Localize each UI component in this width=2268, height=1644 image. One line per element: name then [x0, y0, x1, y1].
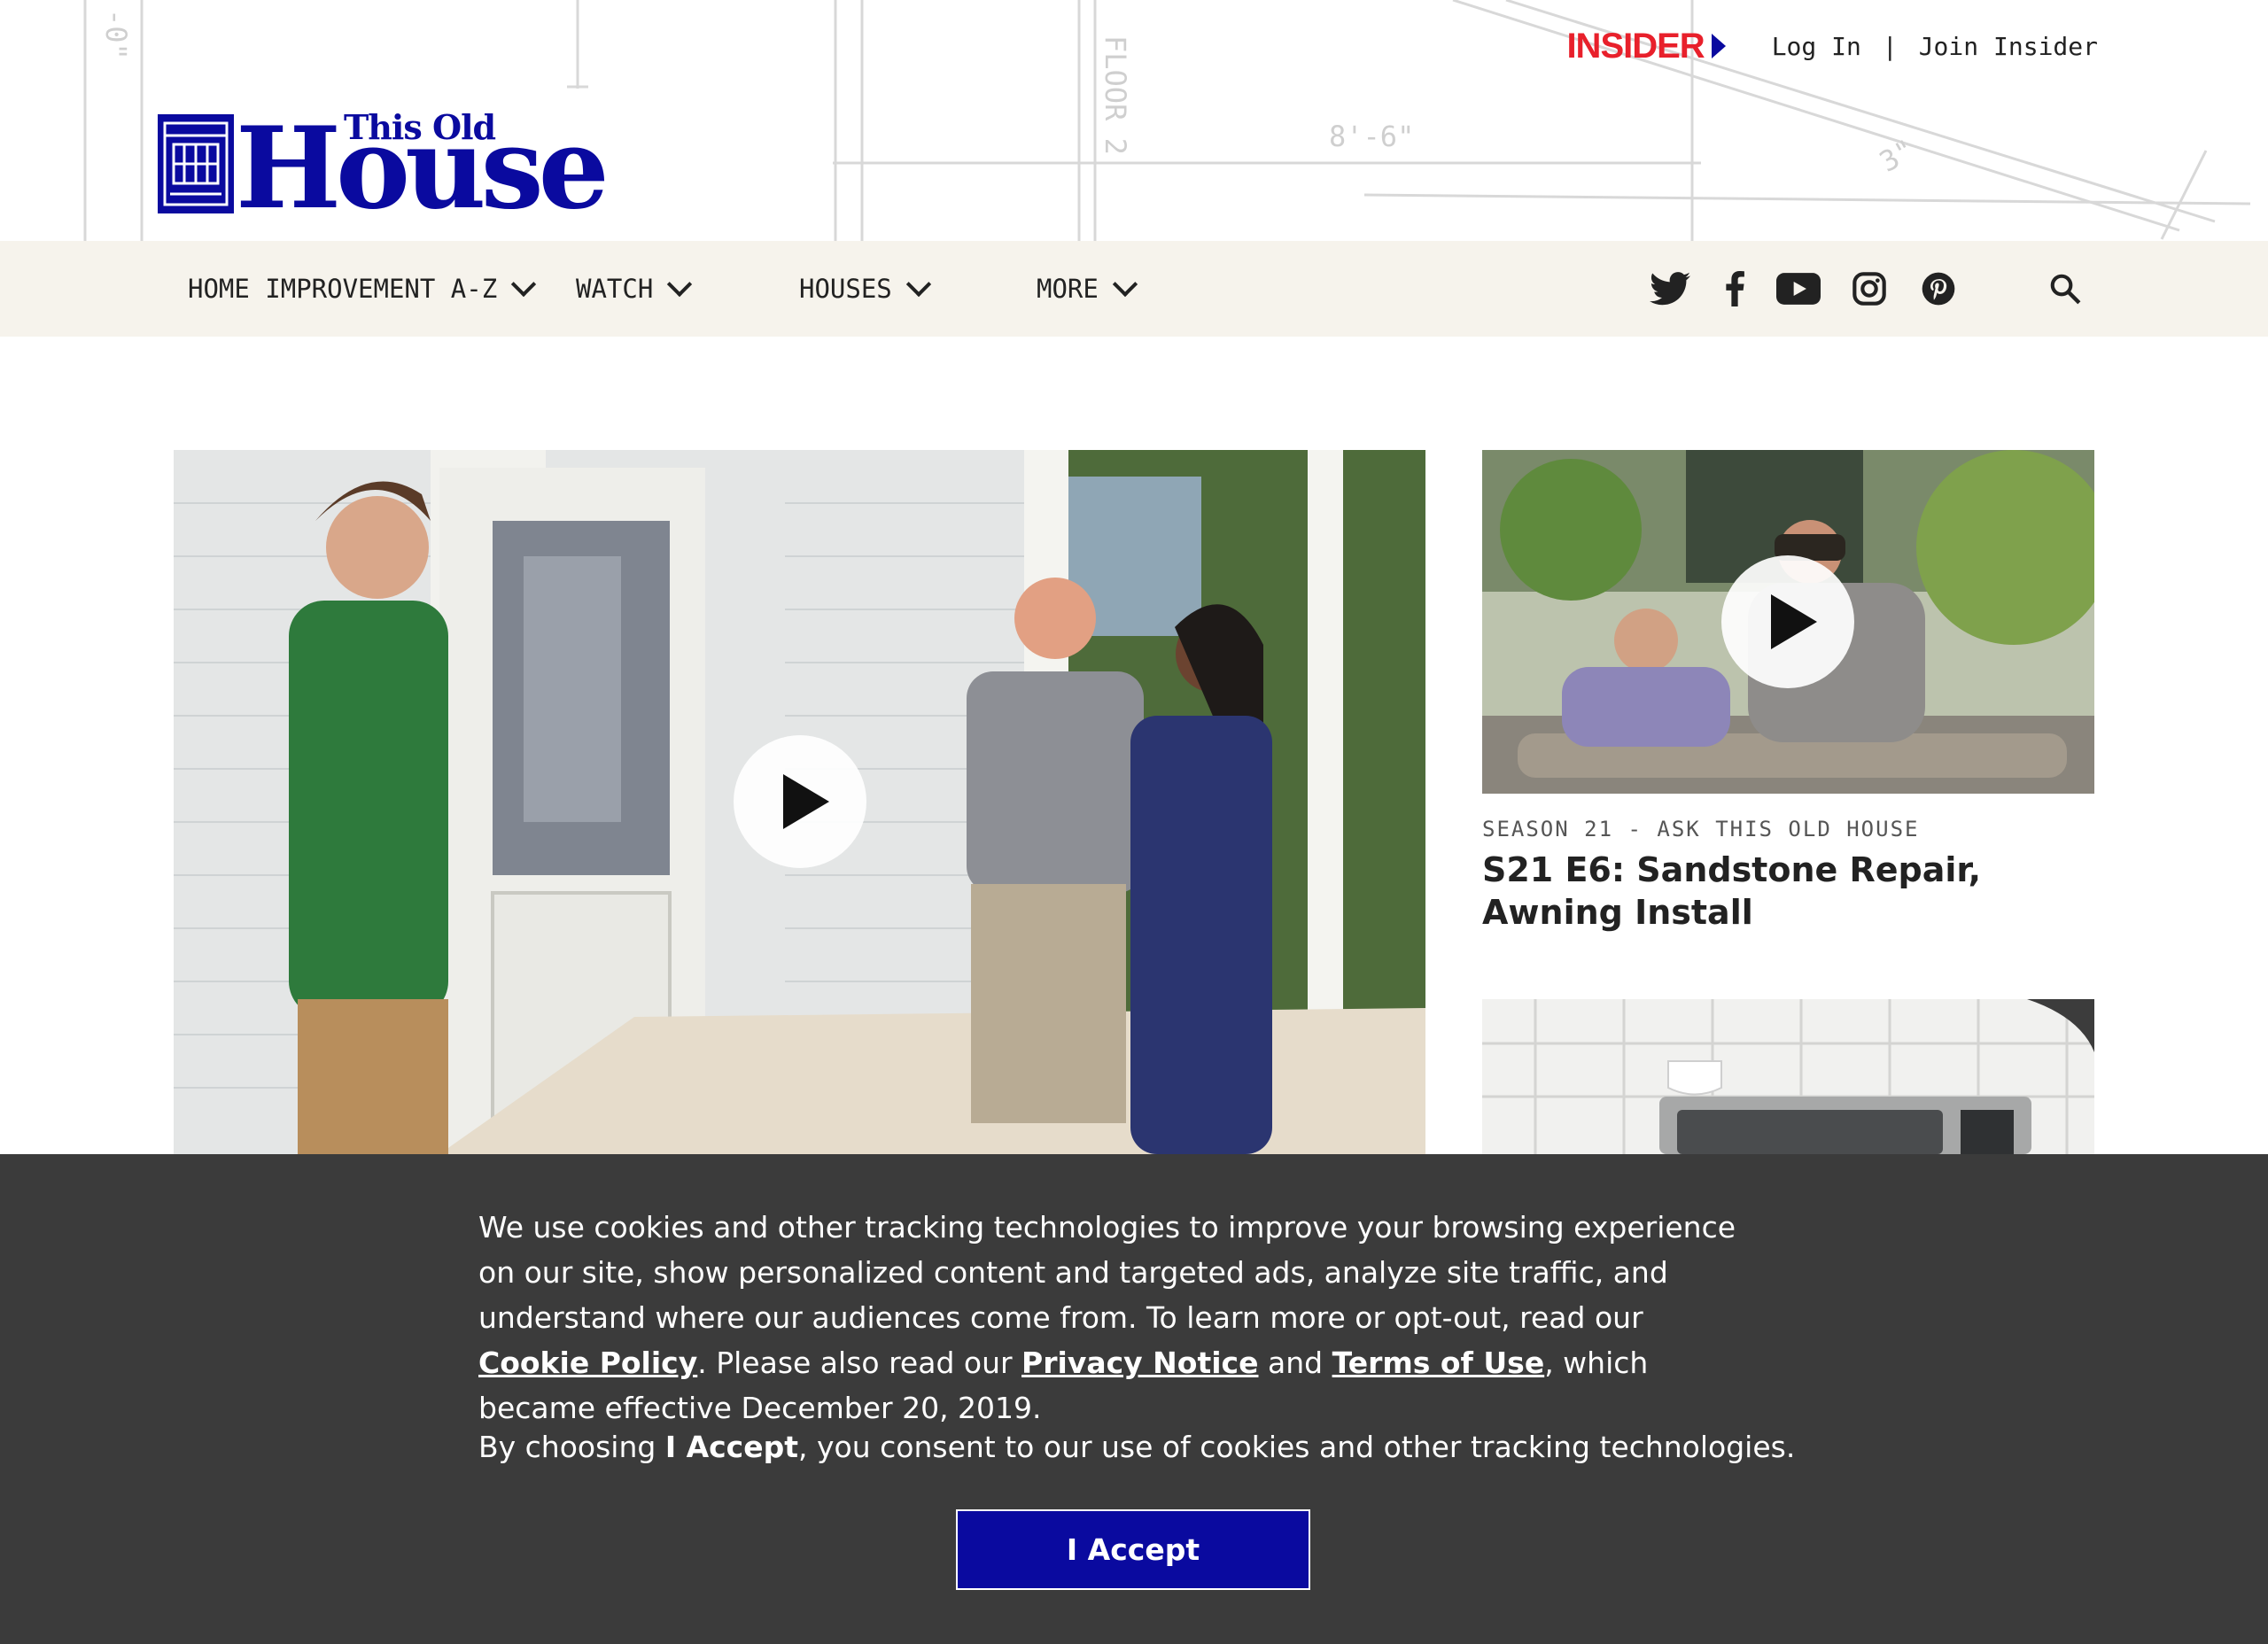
svg-text:-0": -0" [99, 9, 133, 60]
insider-arrow-icon [1711, 34, 1726, 58]
logo-text-big: House [236, 103, 610, 234]
nav-item-more[interactable]: MORE [1037, 241, 1138, 337]
house-logo-icon [158, 114, 234, 213]
card-video-thumbnail[interactable] [1482, 450, 2094, 794]
site-header: 8'-6" 3" FLOOR 2 -0" This Old House INSI… [0, 0, 2268, 241]
chevron-down-icon [667, 271, 693, 298]
cookie-text-part: and [1258, 1345, 1332, 1380]
nav-item-label: HOUSES [799, 274, 892, 304]
join-insider-link[interactable]: Join Insider [1919, 32, 2098, 61]
insider-logo[interactable]: INSIDER [1566, 27, 1705, 66]
nav-item-label: MORE [1037, 274, 1099, 304]
pinterest-icon[interactable] [1921, 268, 1956, 310]
card-kicker[interactable]: SEASON 21 - ASK THIS OLD HOUSE [1482, 817, 1919, 841]
nav-item-label: HOME IMPROVEMENT A-Z [188, 274, 498, 304]
svg-text:3": 3" [1874, 133, 1920, 179]
consent-suffix: , you consent to our use of cookies and … [798, 1430, 1796, 1464]
cookie-banner: We use cookies and other tracking techno… [0, 1154, 2268, 1644]
kitchen-scene-image [1482, 999, 2094, 1154]
cookie-policy-link[interactable]: Cookie Policy [478, 1345, 697, 1380]
consent-bold: I Accept [664, 1430, 799, 1464]
hero-video-thumbnail[interactable] [174, 450, 1425, 1154]
nav-item-label: WATCH [576, 274, 654, 304]
login-link[interactable]: Log In [1772, 32, 1861, 61]
nav-item-houses[interactable]: HOUSES [799, 241, 931, 337]
privacy-notice-link[interactable]: Privacy Notice [1021, 1345, 1258, 1380]
consent-prefix: By choosing [478, 1430, 665, 1464]
chevron-down-icon [1112, 271, 1138, 298]
cookie-text-part: . Please also read our [697, 1345, 1022, 1380]
instagram-icon[interactable] [1852, 268, 1887, 310]
search-icon[interactable] [2048, 268, 2082, 310]
card-title[interactable]: S21 E6: Sandstone Repair, Awning Install [1482, 849, 2094, 934]
svg-text:8'-6": 8'-6" [1329, 120, 1414, 153]
accept-button[interactable]: I Accept [956, 1509, 1310, 1590]
link-separator: | [1882, 31, 1898, 61]
play-button[interactable] [734, 735, 866, 868]
cookie-text-part: We use cookies and other tracking techno… [478, 1210, 1736, 1335]
cookie-notice-text: We use cookies and other tracking techno… [478, 1205, 1754, 1431]
chevron-down-icon [905, 271, 931, 298]
nav-item-home-improvement[interactable]: HOME IMPROVEMENT A-Z [188, 241, 537, 337]
cookie-consent-text: By choosing I Accept, you consent to our… [478, 1424, 1807, 1470]
nav-item-watch[interactable]: WATCH [576, 241, 693, 337]
facebook-icon[interactable] [1724, 268, 1745, 310]
play-button[interactable] [1721, 555, 1854, 688]
account-links: INSIDER Log In | Join Insider [1566, 27, 2098, 66]
twitter-icon[interactable] [1650, 268, 1690, 310]
card-image-kitchen[interactable] [1482, 999, 2094, 1154]
youtube-icon[interactable] [1776, 268, 1821, 310]
terms-of-use-link[interactable]: Terms of Use [1332, 1345, 1545, 1380]
site-logo[interactable]: This Old House [158, 103, 618, 234]
chevron-down-icon [511, 271, 537, 298]
svg-text:FLOOR 2: FLOOR 2 [1099, 35, 1132, 155]
